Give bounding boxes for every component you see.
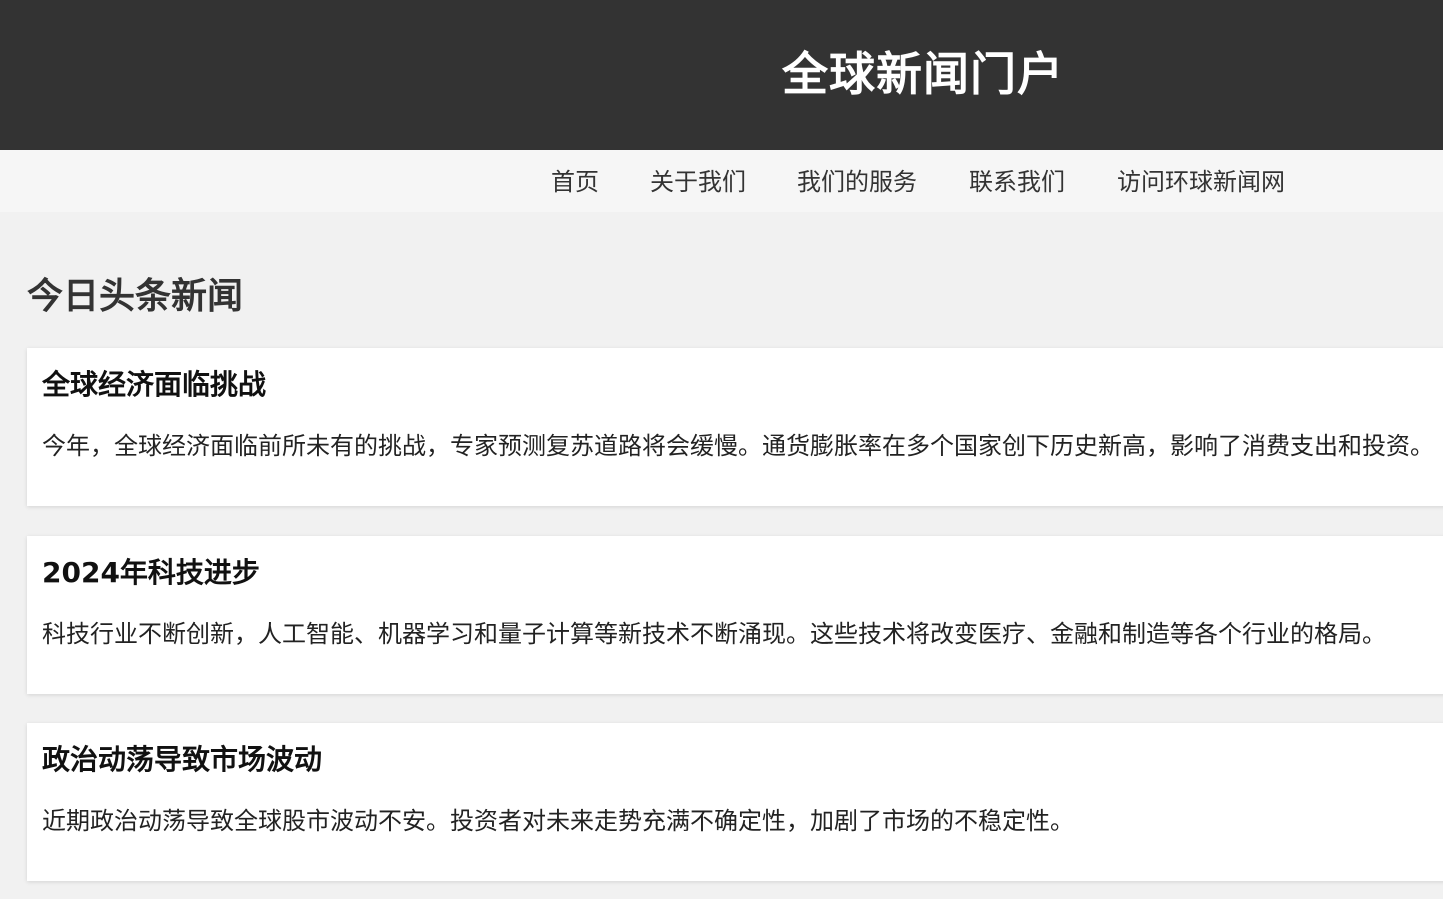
news-card-body: 今年，全球经济面临前所未有的挑战，专家预测复苏道路将会缓慢。通货膨胀率在多个国家… [42, 432, 1434, 460]
site-title: 全球新闻门户 [782, 47, 1064, 101]
site-header: 全球新闻门户 [0, 0, 1443, 150]
nav-link-contact[interactable]: 联系我们 [969, 166, 1065, 198]
section-heading: 今日头条新闻 [27, 276, 244, 317]
news-card-title: 2024年科技进步 [42, 556, 260, 589]
news-card-title: 政治动荡导致市场波动 [42, 743, 323, 776]
news-card: 政治动荡导致市场波动 近期政治动荡导致全球股市波动不安。投资者对未来走势充满不确… [27, 723, 1443, 881]
nav-link-services[interactable]: 我们的服务 [797, 166, 917, 198]
nav-link-about[interactable]: 关于我们 [650, 166, 746, 198]
news-card-title: 全球经济面临挑战 [42, 368, 267, 401]
news-card-body: 近期政治动荡导致全球股市波动不安。投资者对未来走势充满不确定性，加剧了市场的不稳… [42, 807, 1074, 835]
top-nav: 首页 关于我们 我们的服务 联系我们 访问环球新闻网 [0, 150, 1443, 212]
nav-link-home[interactable]: 首页 [551, 166, 599, 198]
news-card: 全球经济面临挑战 今年，全球经济面临前所未有的挑战，专家预测复苏道路将会缓慢。通… [27, 348, 1443, 506]
nav-link-visit-global-news[interactable]: 访问环球新闻网 [1117, 166, 1285, 198]
news-card-body: 科技行业不断创新，人工智能、机器学习和量子计算等新技术不断涌现。这些技术将改变医… [42, 620, 1386, 648]
news-card: 2024年科技进步 科技行业不断创新，人工智能、机器学习和量子计算等新技术不断涌… [27, 536, 1443, 694]
